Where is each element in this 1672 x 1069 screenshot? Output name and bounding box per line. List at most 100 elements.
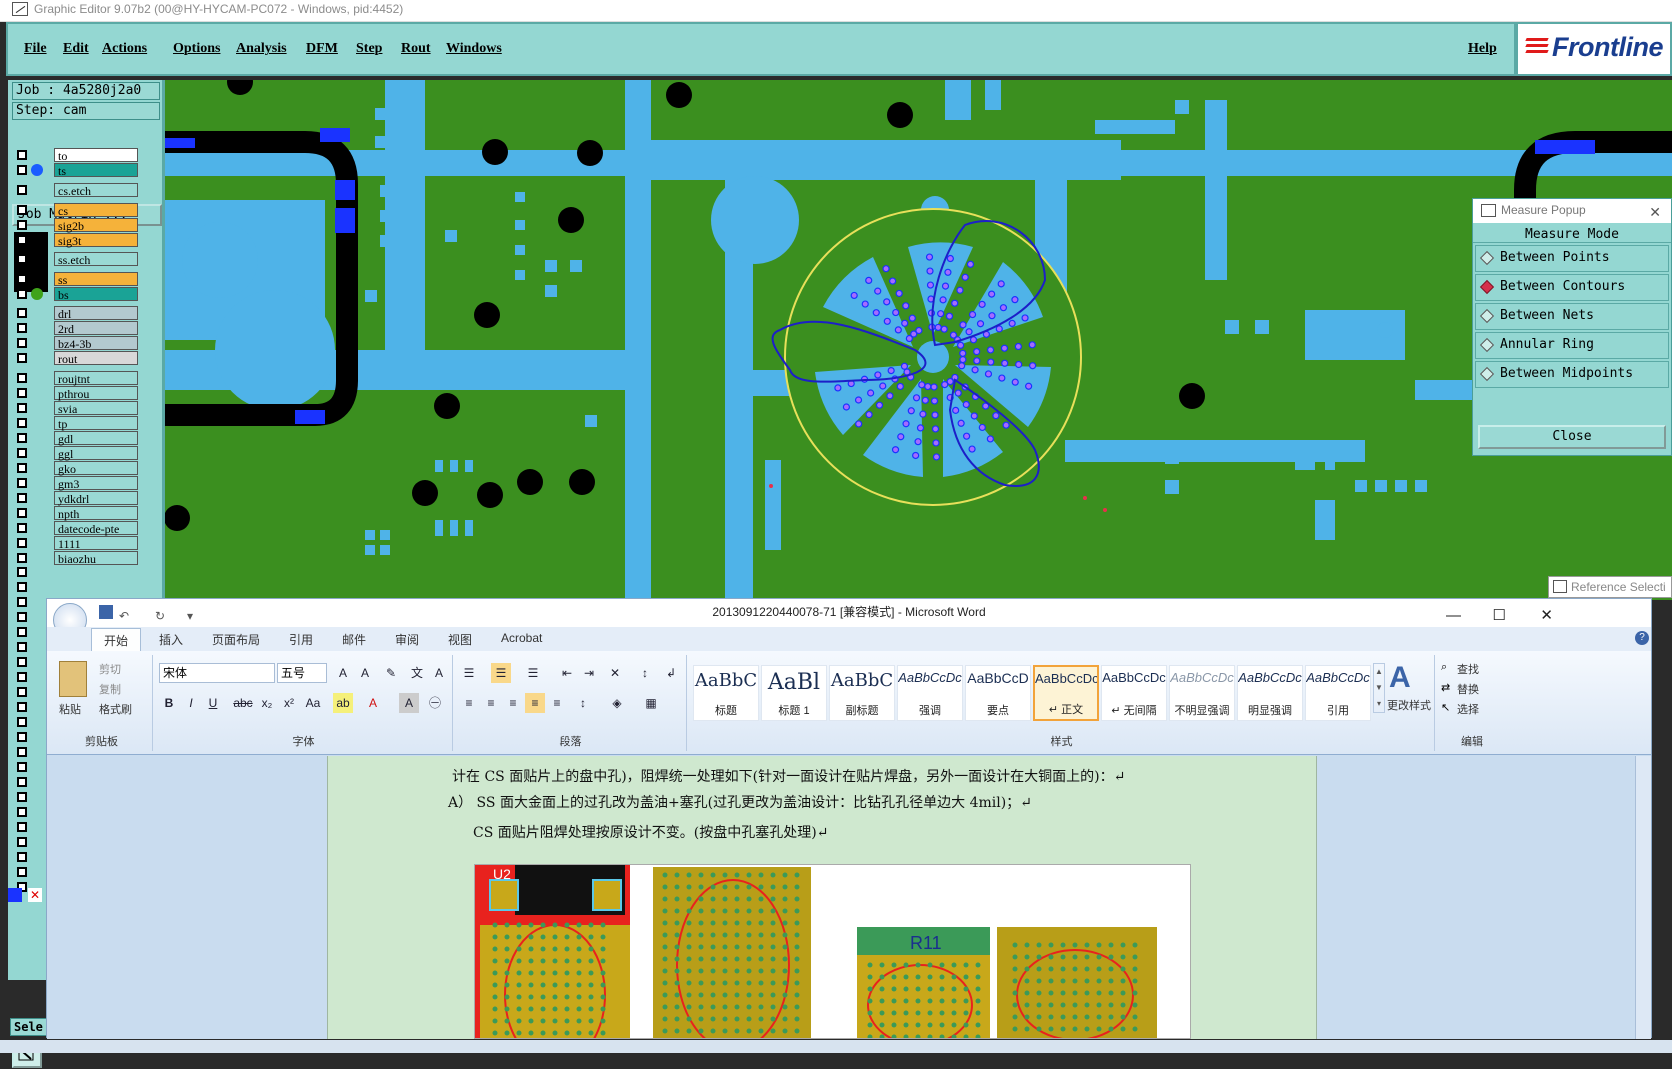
menu-windows[interactable]: Windows	[446, 41, 502, 57]
grow-font-icon[interactable]: A	[333, 663, 353, 683]
multilevel-icon[interactable]: ☰	[523, 663, 543, 683]
justify-icon[interactable]: ≡	[525, 693, 545, 713]
layer-checkbox[interactable]	[17, 672, 27, 682]
layer-name[interactable]: sig2b	[54, 218, 138, 233]
tab-insert[interactable]: 插入	[159, 631, 183, 648]
layer-name[interactable]: svia	[54, 401, 138, 416]
layer-checkbox[interactable]	[17, 627, 27, 637]
layer-checkbox[interactable]	[17, 747, 27, 757]
layer-name[interactable]: tp	[54, 416, 138, 431]
font-name-select[interactable]: 宋体	[159, 663, 275, 683]
layer-row[interactable]: tp	[14, 416, 138, 431]
increase-indent-icon[interactable]: ⇥	[579, 663, 599, 683]
layer-row[interactable]: gdl	[14, 431, 138, 446]
numbering-icon[interactable]: ☰	[491, 663, 511, 683]
style-2[interactable]: AaBl 标题 1	[761, 665, 827, 721]
font-size-select[interactable]: 五号	[277, 663, 327, 683]
layer-name[interactable]: bs	[54, 287, 138, 302]
layer-row[interactable]: datecode-pte	[14, 521, 138, 536]
layer-checkbox[interactable]	[17, 205, 27, 215]
layer-row[interactable]: roujtnt	[14, 371, 138, 386]
style-3[interactable]: AaBbC 副标题	[829, 665, 895, 721]
layer-row[interactable]: ts	[14, 163, 138, 178]
layer-checkbox[interactable]	[17, 687, 27, 697]
style-4[interactable]: AaBbCcDc 强调	[897, 665, 963, 721]
layer-row[interactable]: ss.etch	[14, 252, 138, 267]
layer-checkbox[interactable]	[17, 582, 27, 592]
layer-row[interactable]: drl	[14, 306, 138, 321]
layer-checkbox[interactable]	[17, 508, 27, 518]
option-between-midpoints[interactable]: Between Midpoints	[1475, 361, 1669, 388]
tab-view[interactable]: 视图	[448, 631, 472, 648]
highlight-icon[interactable]: ab	[333, 693, 353, 713]
layer-checkbox[interactable]	[17, 612, 27, 622]
layer-checkbox[interactable]	[17, 762, 27, 772]
layer-name[interactable]: sig3t	[54, 233, 138, 248]
line-spacing-icon[interactable]: ↕	[573, 693, 593, 713]
shading-icon[interactable]: ◈	[607, 693, 627, 713]
layer-row[interactable]: 1111	[14, 536, 138, 551]
bold-icon[interactable]: B	[159, 693, 179, 713]
style-9[interactable]: AaBbCcDc 明显强调	[1237, 665, 1303, 721]
layer-checkbox[interactable]	[17, 274, 27, 284]
layer-name[interactable]: cs.etch	[54, 183, 138, 198]
menu-dfm[interactable]: DFM	[306, 41, 338, 57]
layer-checkbox[interactable]	[17, 463, 27, 473]
font-color-icon[interactable]: A	[363, 693, 383, 713]
underline-icon[interactable]: U	[203, 693, 223, 713]
vertical-scrollbar[interactable]	[1635, 756, 1651, 1039]
layer-row[interactable]: bs	[14, 287, 138, 302]
layer-checkbox[interactable]	[17, 702, 27, 712]
paste-button[interactable]: 粘贴	[59, 701, 81, 717]
tab-page-layout[interactable]: 页面布局	[212, 631, 260, 648]
menu-file[interactable]: File	[24, 41, 47, 57]
layer-checkbox[interactable]	[17, 732, 27, 742]
close-icon[interactable]: ✕	[1649, 201, 1661, 223]
layer-checkbox[interactable]	[17, 353, 27, 363]
minimize-icon[interactable]: —	[1446, 603, 1461, 629]
layer-row[interactable]: 2rd	[14, 321, 138, 336]
layer-checkbox[interactable]	[17, 538, 27, 548]
menu-edit[interactable]: Edit	[63, 41, 89, 57]
select-button[interactable]: 选择	[1457, 701, 1479, 717]
char-shading-icon[interactable]: A	[399, 693, 419, 713]
layer-row[interactable]: to	[14, 148, 138, 163]
maximize-icon[interactable]: ☐	[1493, 603, 1506, 629]
style-1[interactable]: AaBbC 标题	[693, 665, 759, 721]
distributed-icon[interactable]: ≡	[547, 693, 567, 713]
layer-row[interactable]: cs.etch	[14, 183, 138, 198]
layer-row[interactable]: svia	[14, 401, 138, 416]
shrink-font-icon[interactable]: A	[355, 663, 375, 683]
option-annular-ring[interactable]: Annular Ring	[1475, 332, 1669, 359]
style-10[interactable]: AaBbCcDc 引用	[1305, 665, 1371, 721]
clear-format-icon[interactable]: ✎	[381, 663, 401, 683]
tab-home[interactable]: 开始	[91, 628, 142, 651]
layer-name[interactable]: bz4-3b	[54, 336, 138, 351]
menu-help[interactable]: Help	[1468, 41, 1497, 57]
help-icon[interactable]: ?	[1635, 631, 1649, 645]
change-case-icon[interactable]: Aa	[303, 693, 323, 713]
layer-checkbox[interactable]	[17, 867, 27, 877]
layer-checkbox[interactable]	[17, 403, 27, 413]
menu-step[interactable]: Step	[356, 41, 382, 57]
align-right-icon[interactable]: ≡	[503, 693, 523, 713]
document-page[interactable]: 计在 CS 面贴片上的盘中孔)，阻焊统一处理如下(针对一面设计在贴片焊盘，另外一…	[327, 756, 1317, 1039]
asian-layout-icon[interactable]: ✕	[605, 663, 625, 683]
copy-button[interactable]: 复制	[99, 681, 121, 697]
layer-row[interactable]: pthrou	[14, 386, 138, 401]
tab-mailings[interactable]: 邮件	[342, 631, 366, 648]
layer-checkbox[interactable]	[17, 388, 27, 398]
tab-acrobat[interactable]: Acrobat	[501, 631, 542, 645]
style-8[interactable]: AaBbCcDc 不明显强调	[1169, 665, 1235, 721]
layer-row[interactable]: ggl	[14, 446, 138, 461]
subscript-icon[interactable]: x₂	[257, 693, 277, 713]
layer-checkbox[interactable]	[17, 777, 27, 787]
menu-rout[interactable]: Rout	[401, 41, 431, 57]
layer-name[interactable]: datecode-pte	[54, 521, 138, 536]
layer-name[interactable]: cs	[54, 203, 138, 218]
layer-checkbox[interactable]	[17, 597, 27, 607]
layer-checkbox[interactable]	[17, 254, 27, 264]
layer-checkbox[interactable]	[17, 373, 27, 383]
layer-row[interactable]: sig2b	[14, 218, 138, 233]
layer-checkbox[interactable]	[17, 642, 27, 652]
